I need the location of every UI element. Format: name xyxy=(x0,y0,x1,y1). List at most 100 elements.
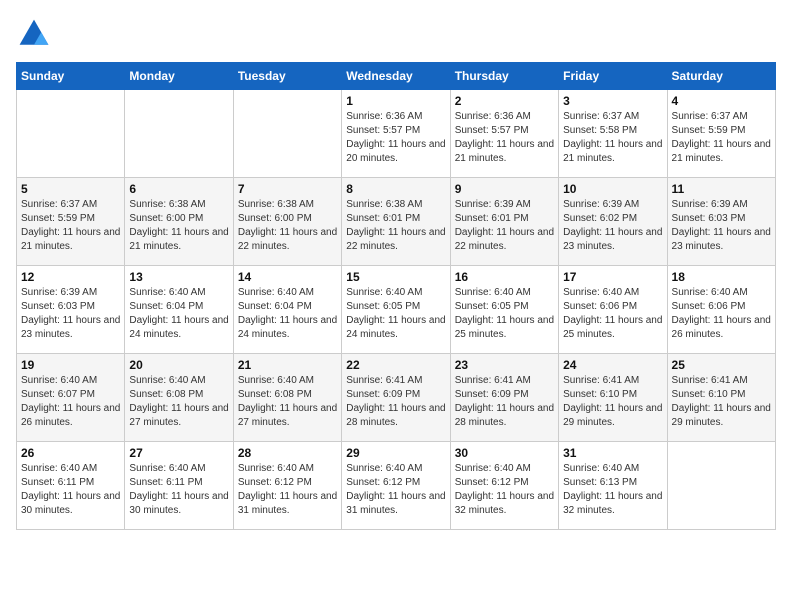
day-info: Sunrise: 6:40 AM Sunset: 6:12 PM Dayligh… xyxy=(238,462,337,518)
day-number: 14 xyxy=(238,270,337,284)
calendar-cell: 20 Sunrise: 6:40 AM Sunset: 6:08 PM Dayli… xyxy=(125,354,233,442)
logo xyxy=(16,16,56,52)
day-info: Sunrise: 6:40 AM Sunset: 6:04 PM Dayligh… xyxy=(129,286,228,342)
calendar-cell: 21 Sunrise: 6:40 AM Sunset: 6:08 PM Dayli… xyxy=(233,354,341,442)
day-number: 5 xyxy=(21,182,120,196)
day-info: Sunrise: 6:40 AM Sunset: 6:11 PM Dayligh… xyxy=(129,462,228,518)
day-info: Sunrise: 6:40 AM Sunset: 6:05 PM Dayligh… xyxy=(455,286,554,342)
calendar-week-3: 12Sunrise: 6:39 AM Sunset: 6:03 PM Dayli… xyxy=(17,266,776,354)
day-number: 12 xyxy=(21,270,120,284)
day-info: Sunrise: 6:41 AM Sunset: 6:09 PM Dayligh… xyxy=(455,374,554,430)
day-info: Sunrise: 6:37 AM Sunset: 5:59 PM Dayligh… xyxy=(21,198,120,254)
calendar-cell: 3 Sunrise: 6:37 AM Sunset: 5:58 PM Daylig… xyxy=(559,90,667,178)
day-number: 30 xyxy=(455,446,554,460)
day-info: Sunrise: 6:37 AM Sunset: 5:59 PM Dayligh… xyxy=(672,110,771,166)
calendar-cell: 13 Sunrise: 6:40 AM Sunset: 6:04 PM Dayli… xyxy=(125,266,233,354)
day-number: 15 xyxy=(346,270,445,284)
day-info: Sunrise: 6:40 AM Sunset: 6:05 PM Dayligh… xyxy=(346,286,445,342)
day-number: 4 xyxy=(672,94,771,108)
day-number: 21 xyxy=(238,358,337,372)
weekday-header-saturday: Saturday xyxy=(667,63,775,90)
day-number: 18 xyxy=(672,270,771,284)
calendar-cell: 4 Sunrise: 6:37 AM Sunset: 5:59 PM Daylig… xyxy=(667,90,775,178)
day-number: 10 xyxy=(563,182,662,196)
day-number: 31 xyxy=(563,446,662,460)
day-number: 2 xyxy=(455,94,554,108)
calendar-cell: 30 Sunrise: 6:40 AM Sunset: 6:12 PM Dayli… xyxy=(450,442,558,530)
calendar-body: 1 Sunrise: 6:36 AM Sunset: 5:57 PM Daylig… xyxy=(17,90,776,530)
weekday-header-row: SundayMondayTuesdayWednesdayThursdayFrid… xyxy=(17,63,776,90)
calendar-cell: 29Sunrise: 6:40 AM Sunset: 6:12 PM Dayli… xyxy=(342,442,450,530)
calendar-cell: 24 Sunrise: 6:41 AM Sunset: 6:10 PM Dayli… xyxy=(559,354,667,442)
day-info: Sunrise: 6:40 AM Sunset: 6:07 PM Dayligh… xyxy=(21,374,120,430)
day-number: 24 xyxy=(563,358,662,372)
day-number: 17 xyxy=(563,270,662,284)
calendar-cell xyxy=(125,90,233,178)
day-number: 1 xyxy=(346,94,445,108)
calendar-cell: 9 Sunrise: 6:39 AM Sunset: 6:01 PM Daylig… xyxy=(450,178,558,266)
day-number: 6 xyxy=(129,182,228,196)
weekday-header-wednesday: Wednesday xyxy=(342,63,450,90)
weekday-header-monday: Monday xyxy=(125,63,233,90)
day-number: 22 xyxy=(346,358,445,372)
calendar-cell: 17 Sunrise: 6:40 AM Sunset: 6:06 PM Dayli… xyxy=(559,266,667,354)
day-number: 9 xyxy=(455,182,554,196)
calendar-week-1: 1 Sunrise: 6:36 AM Sunset: 5:57 PM Daylig… xyxy=(17,90,776,178)
page-header xyxy=(16,16,776,52)
day-info: Sunrise: 6:36 AM Sunset: 5:57 PM Dayligh… xyxy=(346,110,445,166)
calendar-week-5: 26Sunrise: 6:40 AM Sunset: 6:11 PM Dayli… xyxy=(17,442,776,530)
day-info: Sunrise: 6:40 AM Sunset: 6:11 PM Dayligh… xyxy=(21,462,120,518)
calendar-cell: 31 Sunrise: 6:40 AM Sunset: 6:13 PM Dayli… xyxy=(559,442,667,530)
calendar-cell: 18 Sunrise: 6:40 AM Sunset: 6:06 PM Dayli… xyxy=(667,266,775,354)
calendar-cell: 22 Sunrise: 6:41 AM Sunset: 6:09 PM Dayli… xyxy=(342,354,450,442)
day-info: Sunrise: 6:38 AM Sunset: 6:00 PM Dayligh… xyxy=(129,198,228,254)
day-number: 29 xyxy=(346,446,445,460)
calendar-header: SundayMondayTuesdayWednesdayThursdayFrid… xyxy=(17,63,776,90)
logo-icon xyxy=(16,16,52,52)
calendar-cell: 19 Sunrise: 6:40 AM Sunset: 6:07 PM Dayli… xyxy=(17,354,125,442)
day-number: 3 xyxy=(563,94,662,108)
day-info: Sunrise: 6:40 AM Sunset: 6:08 PM Dayligh… xyxy=(238,374,337,430)
day-info: Sunrise: 6:40 AM Sunset: 6:13 PM Dayligh… xyxy=(563,462,662,518)
calendar-cell: 2 Sunrise: 6:36 AM Sunset: 5:57 PM Daylig… xyxy=(450,90,558,178)
day-info: Sunrise: 6:38 AM Sunset: 6:00 PM Dayligh… xyxy=(238,198,337,254)
day-info: Sunrise: 6:40 AM Sunset: 6:04 PM Dayligh… xyxy=(238,286,337,342)
day-info: Sunrise: 6:39 AM Sunset: 6:01 PM Dayligh… xyxy=(455,198,554,254)
calendar-cell: 11 Sunrise: 6:39 AM Sunset: 6:03 PM Dayli… xyxy=(667,178,775,266)
day-number: 8 xyxy=(346,182,445,196)
calendar-cell: 7Sunrise: 6:38 AM Sunset: 6:00 PM Daylig… xyxy=(233,178,341,266)
calendar-cell: 5 Sunrise: 6:37 AM Sunset: 5:59 PM Daylig… xyxy=(17,178,125,266)
day-info: Sunrise: 6:40 AM Sunset: 6:08 PM Dayligh… xyxy=(129,374,228,430)
day-info: Sunrise: 6:36 AM Sunset: 5:57 PM Dayligh… xyxy=(455,110,554,166)
day-number: 13 xyxy=(129,270,228,284)
day-number: 11 xyxy=(672,182,771,196)
day-info: Sunrise: 6:41 AM Sunset: 6:10 PM Dayligh… xyxy=(672,374,771,430)
day-info: Sunrise: 6:40 AM Sunset: 6:12 PM Dayligh… xyxy=(455,462,554,518)
day-number: 28 xyxy=(238,446,337,460)
calendar-cell: 25Sunrise: 6:41 AM Sunset: 6:10 PM Dayli… xyxy=(667,354,775,442)
calendar-week-4: 19 Sunrise: 6:40 AM Sunset: 6:07 PM Dayli… xyxy=(17,354,776,442)
calendar-cell: 26Sunrise: 6:40 AM Sunset: 6:11 PM Dayli… xyxy=(17,442,125,530)
weekday-header-sunday: Sunday xyxy=(17,63,125,90)
day-info: Sunrise: 6:39 AM Sunset: 6:03 PM Dayligh… xyxy=(672,198,771,254)
day-info: Sunrise: 6:39 AM Sunset: 6:02 PM Dayligh… xyxy=(563,198,662,254)
calendar-cell: 12Sunrise: 6:39 AM Sunset: 6:03 PM Dayli… xyxy=(17,266,125,354)
calendar-cell: 28 Sunrise: 6:40 AM Sunset: 6:12 PM Dayli… xyxy=(233,442,341,530)
calendar-cell: 15 Sunrise: 6:40 AM Sunset: 6:05 PM Dayli… xyxy=(342,266,450,354)
day-info: Sunrise: 6:40 AM Sunset: 6:06 PM Dayligh… xyxy=(672,286,771,342)
calendar-cell: 14 Sunrise: 6:40 AM Sunset: 6:04 PM Dayli… xyxy=(233,266,341,354)
day-info: Sunrise: 6:41 AM Sunset: 6:09 PM Dayligh… xyxy=(346,374,445,430)
day-number: 16 xyxy=(455,270,554,284)
day-info: Sunrise: 6:41 AM Sunset: 6:10 PM Dayligh… xyxy=(563,374,662,430)
day-info: Sunrise: 6:40 AM Sunset: 6:06 PM Dayligh… xyxy=(563,286,662,342)
day-info: Sunrise: 6:37 AM Sunset: 5:58 PM Dayligh… xyxy=(563,110,662,166)
calendar-table: SundayMondayTuesdayWednesdayThursdayFrid… xyxy=(16,62,776,530)
day-number: 20 xyxy=(129,358,228,372)
calendar-cell: 16 Sunrise: 6:40 AM Sunset: 6:05 PM Dayli… xyxy=(450,266,558,354)
day-number: 19 xyxy=(21,358,120,372)
day-number: 23 xyxy=(455,358,554,372)
day-number: 27 xyxy=(129,446,228,460)
calendar-cell xyxy=(233,90,341,178)
calendar-cell: 8Sunrise: 6:38 AM Sunset: 6:01 PM Daylig… xyxy=(342,178,450,266)
calendar-cell: 23 Sunrise: 6:41 AM Sunset: 6:09 PM Dayli… xyxy=(450,354,558,442)
